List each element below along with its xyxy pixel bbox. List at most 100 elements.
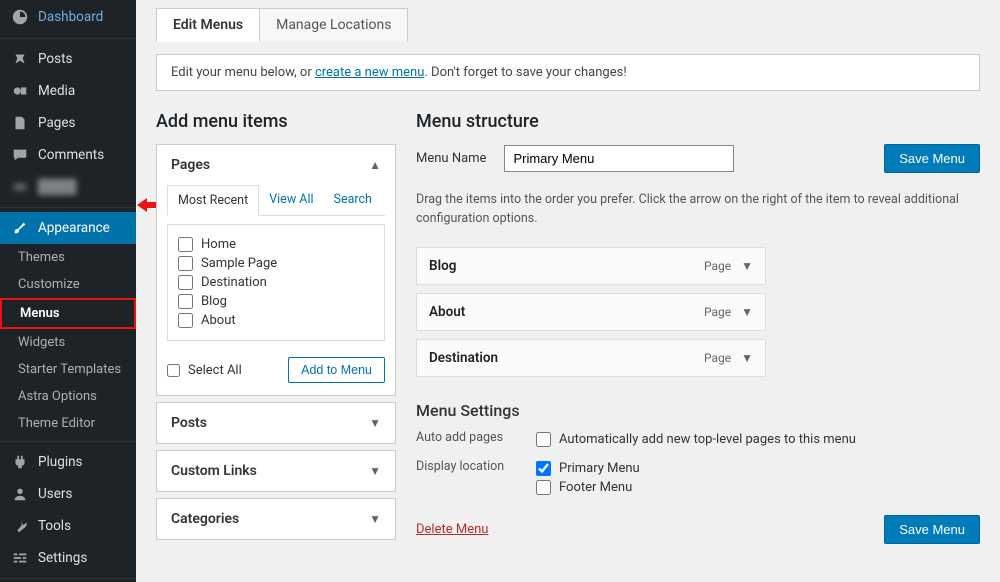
accordion-posts-head[interactable]: Posts ▼	[157, 403, 395, 443]
menu-structure-heading: Menu structure	[416, 111, 980, 132]
submenu-theme-editor[interactable]: Theme Editor	[0, 410, 136, 437]
pages-checklist: Home Sample Page Destination Blog About	[167, 224, 385, 341]
location-footer-menu[interactable]: Footer Menu	[536, 478, 640, 497]
sidebar-item-hidden[interactable]: ████	[0, 171, 136, 203]
pin-icon	[10, 50, 30, 68]
auto-add-option[interactable]: Automatically add new top-level pages to…	[536, 430, 856, 449]
accordion-categories: Categories ▼	[156, 498, 396, 540]
page-option-about[interactable]: About	[178, 311, 374, 330]
page-icon	[10, 114, 30, 132]
sidebar-item-label: ████	[38, 179, 76, 195]
subtab-most-recent[interactable]: Most Recent	[167, 185, 259, 216]
location-checkbox[interactable]	[536, 480, 551, 495]
auto-add-checkbox[interactable]	[536, 432, 551, 447]
chevron-down-icon[interactable]: ▼	[741, 305, 753, 319]
sidebar-item-media[interactable]: Media	[0, 75, 136, 107]
add-items-heading: Add menu items	[156, 111, 396, 132]
accordion-custom-links: Custom Links ▼	[156, 450, 396, 492]
notice-banner: Edit your menu below, or create a new me…	[156, 54, 980, 91]
auto-add-row: Auto add pages Automatically add new top…	[416, 430, 980, 449]
menu-name-input[interactable]	[504, 145, 734, 172]
chevron-down-icon[interactable]: ▼	[741, 259, 753, 273]
add-to-menu-button[interactable]: Add to Menu	[288, 357, 385, 383]
notice-prefix: Edit your menu below, or	[171, 65, 315, 80]
pages-subtabs: Most Recent View All Search	[167, 185, 385, 216]
accordion-pages-head[interactable]: Pages ▲	[157, 145, 395, 185]
submenu-themes[interactable]: Themes	[0, 244, 136, 271]
sidebar-item-label: Dashboard	[38, 9, 103, 25]
checkbox[interactable]	[178, 237, 193, 252]
page-option-home[interactable]: Home	[178, 235, 374, 254]
checkbox[interactable]	[178, 313, 193, 328]
accordion-custom-links-head[interactable]: Custom Links ▼	[157, 451, 395, 491]
chevron-down-icon: ▼	[369, 416, 381, 430]
location-checkbox[interactable]	[536, 461, 551, 476]
menu-settings-heading: Menu Settings	[416, 401, 980, 420]
sidebar-item-label: Appearance	[38, 220, 110, 236]
sidebar-item-posts[interactable]: Posts	[0, 43, 136, 75]
settings-icon	[10, 549, 30, 567]
accordion-categories-head[interactable]: Categories ▼	[157, 499, 395, 539]
submenu-widgets[interactable]: Widgets	[0, 329, 136, 356]
accordion-title: Categories	[171, 511, 239, 527]
display-location-row: Display location Primary Menu Footer Men…	[416, 459, 980, 497]
subtab-view-all[interactable]: View All	[259, 185, 323, 215]
location-primary-menu[interactable]: Primary Menu	[536, 459, 640, 478]
sidebar-item-label: Settings	[38, 550, 87, 566]
blur-icon	[10, 178, 30, 196]
sidebar-item-plugins[interactable]: Plugins	[0, 446, 136, 478]
chevron-down-icon[interactable]: ▼	[741, 351, 753, 365]
sidebar-item-label: Posts	[38, 51, 72, 67]
create-menu-link[interactable]: create a new menu	[315, 65, 424, 80]
sidebar-item-comments[interactable]: Comments	[0, 139, 136, 171]
sidebar-item-appearance[interactable]: Appearance	[0, 212, 136, 244]
checkbox[interactable]	[178, 256, 193, 271]
tab-edit-menus[interactable]: Edit Menus	[156, 8, 260, 42]
tab-bar: Edit Menus Manage Locations	[156, 8, 980, 42]
checkbox[interactable]	[178, 275, 193, 290]
chevron-up-icon: ▲	[369, 158, 381, 172]
sidebar-item-tools[interactable]: Tools	[0, 510, 136, 542]
media-icon	[10, 82, 30, 100]
accordion-title: Pages	[171, 157, 210, 173]
submenu-menus[interactable]: Menus	[0, 298, 136, 329]
sidebar-item-label: Plugins	[38, 454, 83, 470]
comment-icon	[10, 146, 30, 164]
user-icon	[10, 485, 30, 503]
admin-sidebar: Dashboard Posts Media Pages Comments ███…	[0, 0, 136, 582]
tab-manage-locations[interactable]: Manage Locations	[260, 8, 408, 42]
menu-item-blog[interactable]: Blog Page▼	[416, 247, 766, 285]
accordion-pages: Pages ▲ Most Recent View All Search Home…	[156, 144, 396, 396]
sidebar-item-label: Tools	[38, 518, 71, 534]
help-text: Drag the items into the order you prefer…	[416, 191, 980, 229]
save-menu-button-bottom[interactable]: Save Menu	[884, 515, 980, 544]
chevron-down-icon: ▼	[369, 512, 381, 526]
sidebar-item-settings[interactable]: Settings	[0, 542, 136, 574]
delete-menu-link[interactable]: Delete Menu	[416, 522, 488, 537]
sidebar-item-label: Comments	[38, 147, 104, 163]
menu-item-about[interactable]: About Page▼	[416, 293, 766, 331]
page-option-destination[interactable]: Destination	[178, 273, 374, 292]
dashboard-icon	[10, 8, 30, 26]
menu-item-destination[interactable]: Destination Page▼	[416, 339, 766, 377]
checkbox[interactable]	[178, 294, 193, 309]
sidebar-item-label: Pages	[38, 115, 76, 131]
chevron-down-icon: ▼	[369, 464, 381, 478]
page-option-sample[interactable]: Sample Page	[178, 254, 374, 273]
accordion-title: Custom Links	[171, 463, 257, 479]
sidebar-item-dashboard[interactable]: Dashboard	[0, 0, 136, 34]
save-menu-button-top[interactable]: Save Menu	[884, 144, 980, 173]
select-all-checkbox[interactable]	[167, 364, 180, 377]
menu-name-row: Menu Name Save Menu	[416, 144, 980, 173]
accordion-title: Posts	[171, 415, 207, 431]
sidebar-item-label: Users	[38, 486, 72, 502]
sidebar-item-users[interactable]: Users	[0, 478, 136, 510]
page-option-blog[interactable]: Blog	[178, 292, 374, 311]
select-all[interactable]: Select All	[167, 363, 242, 378]
plugin-icon	[10, 453, 30, 471]
submenu-starter-templates[interactable]: Starter Templates	[0, 356, 136, 383]
submenu-customize[interactable]: Customize	[0, 271, 136, 298]
sidebar-item-pages[interactable]: Pages	[0, 107, 136, 139]
subtab-search[interactable]: Search	[324, 185, 382, 215]
submenu-astra-options[interactable]: Astra Options	[0, 383, 136, 410]
